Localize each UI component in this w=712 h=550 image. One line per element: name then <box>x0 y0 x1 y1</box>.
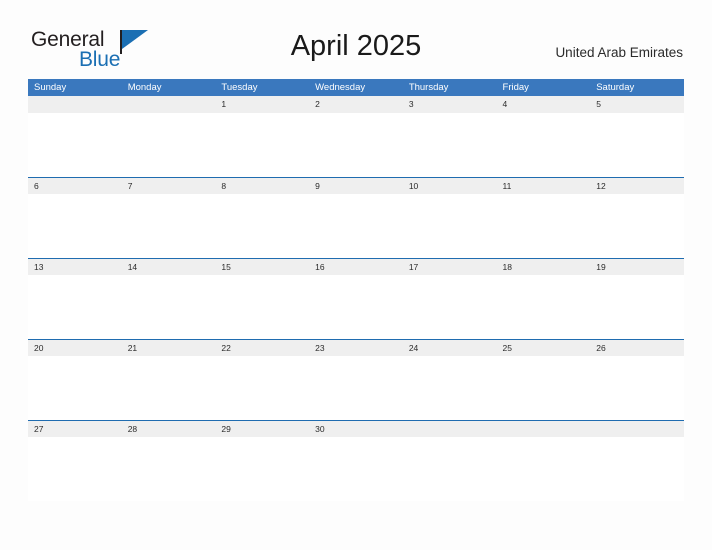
week-date-strip: 20 21 22 23 24 25 26 <box>28 339 684 356</box>
week-row: 13 14 15 16 17 18 19 <box>28 258 684 339</box>
day-number[interactable]: 8 <box>215 178 309 194</box>
week-event-strip <box>28 194 684 258</box>
weekday-sunday: Sunday <box>34 82 67 93</box>
day-number[interactable] <box>497 421 591 437</box>
day-cell-body[interactable] <box>403 113 497 177</box>
week-event-strip <box>28 275 684 339</box>
day-number[interactable]: 15 <box>215 259 309 275</box>
day-number[interactable]: 2 <box>309 96 403 112</box>
day-cell-body[interactable] <box>28 437 122 501</box>
weekday-header-row: Sunday Monday Tuesday Wednesday Thursday… <box>28 79 684 96</box>
day-cell-body[interactable] <box>590 437 684 501</box>
day-cell-body[interactable] <box>122 437 216 501</box>
weekday-wednesday: Wednesday <box>315 82 366 93</box>
day-cell-body[interactable] <box>590 275 684 339</box>
day-cell-body[interactable] <box>497 113 591 177</box>
day-cell-body[interactable] <box>497 356 591 420</box>
day-cell-body[interactable] <box>215 194 309 258</box>
day-number[interactable]: 12 <box>590 178 684 194</box>
day-number[interactable]: 10 <box>403 178 497 194</box>
day-number[interactable]: 18 <box>497 259 591 275</box>
day-cell-body[interactable] <box>497 194 591 258</box>
country-label: United Arab Emirates <box>555 45 683 60</box>
day-cell-body[interactable] <box>309 194 403 258</box>
day-number[interactable]: 22 <box>215 340 309 356</box>
weekday-saturday: Saturday <box>596 82 635 93</box>
day-cell-body[interactable] <box>403 194 497 258</box>
day-number[interactable] <box>122 96 216 112</box>
day-cell-body[interactable] <box>309 437 403 501</box>
day-number[interactable]: 29 <box>215 421 309 437</box>
day-cell-body[interactable] <box>28 275 122 339</box>
weekday-tuesday: Tuesday <box>221 82 258 93</box>
calendar-grid: Sunday Monday Tuesday Wednesday Thursday… <box>28 79 684 501</box>
day-cell-body[interactable] <box>122 113 216 177</box>
day-cell-body[interactable] <box>215 113 309 177</box>
day-cell-body[interactable] <box>590 113 684 177</box>
day-cell-body[interactable] <box>403 356 497 420</box>
day-number[interactable]: 11 <box>497 178 591 194</box>
week-row: 1 2 3 4 5 <box>28 96 684 177</box>
day-cell-body[interactable] <box>497 437 591 501</box>
day-cell-body[interactable] <box>215 356 309 420</box>
day-number[interactable]: 21 <box>122 340 216 356</box>
week-row: 6 7 8 9 10 11 12 <box>28 177 684 258</box>
week-event-strip <box>28 113 684 177</box>
day-number[interactable] <box>590 421 684 437</box>
day-cell-body[interactable] <box>28 113 122 177</box>
week-date-strip: 13 14 15 16 17 18 19 <box>28 258 684 275</box>
day-number[interactable]: 25 <box>497 340 591 356</box>
page-header: General Blue April 2025 United Arab Emir… <box>0 0 712 79</box>
day-cell-body[interactable] <box>122 275 216 339</box>
day-number[interactable]: 3 <box>403 96 497 112</box>
day-number[interactable]: 13 <box>28 259 122 275</box>
day-cell-body[interactable] <box>590 356 684 420</box>
week-date-strip: 6 7 8 9 10 11 12 <box>28 177 684 194</box>
day-cell-body[interactable] <box>215 275 309 339</box>
day-cell-body[interactable] <box>122 194 216 258</box>
day-cell-body[interactable] <box>309 113 403 177</box>
week-row: 20 21 22 23 24 25 26 <box>28 339 684 420</box>
day-number[interactable]: 17 <box>403 259 497 275</box>
day-number[interactable]: 9 <box>309 178 403 194</box>
week-row: 27 28 29 30 <box>28 420 684 501</box>
day-number[interactable]: 14 <box>122 259 216 275</box>
weekday-friday: Friday <box>502 82 529 93</box>
day-cell-body[interactable] <box>403 437 497 501</box>
week-event-strip <box>28 356 684 420</box>
day-cell-body[interactable] <box>28 356 122 420</box>
week-date-strip: 27 28 29 30 <box>28 420 684 437</box>
day-cell-body[interactable] <box>403 275 497 339</box>
day-number[interactable]: 1 <box>215 96 309 112</box>
day-number[interactable]: 27 <box>28 421 122 437</box>
day-cell-body[interactable] <box>590 194 684 258</box>
day-number[interactable]: 7 <box>122 178 216 194</box>
week-date-strip: 1 2 3 4 5 <box>28 96 684 113</box>
day-number[interactable] <box>403 421 497 437</box>
day-cell-body[interactable] <box>309 275 403 339</box>
day-number[interactable] <box>28 96 122 112</box>
day-number[interactable]: 19 <box>590 259 684 275</box>
day-number[interactable]: 28 <box>122 421 216 437</box>
day-cell-body[interactable] <box>215 437 309 501</box>
day-number[interactable]: 6 <box>28 178 122 194</box>
day-number[interactable]: 26 <box>590 340 684 356</box>
day-number[interactable]: 23 <box>309 340 403 356</box>
day-number[interactable]: 24 <box>403 340 497 356</box>
calendar-page: General Blue April 2025 United Arab Emir… <box>0 0 712 550</box>
day-cell-body[interactable] <box>497 275 591 339</box>
day-number[interactable]: 16 <box>309 259 403 275</box>
day-number[interactable]: 30 <box>309 421 403 437</box>
day-cell-body[interactable] <box>28 194 122 258</box>
week-event-strip <box>28 437 684 501</box>
day-cell-body[interactable] <box>309 356 403 420</box>
weekday-thursday: Thursday <box>408 82 449 93</box>
day-number[interactable]: 4 <box>497 96 591 112</box>
day-number[interactable]: 20 <box>28 340 122 356</box>
weekday-monday: Monday <box>127 82 162 93</box>
day-number[interactable]: 5 <box>590 96 684 112</box>
day-cell-body[interactable] <box>122 356 216 420</box>
